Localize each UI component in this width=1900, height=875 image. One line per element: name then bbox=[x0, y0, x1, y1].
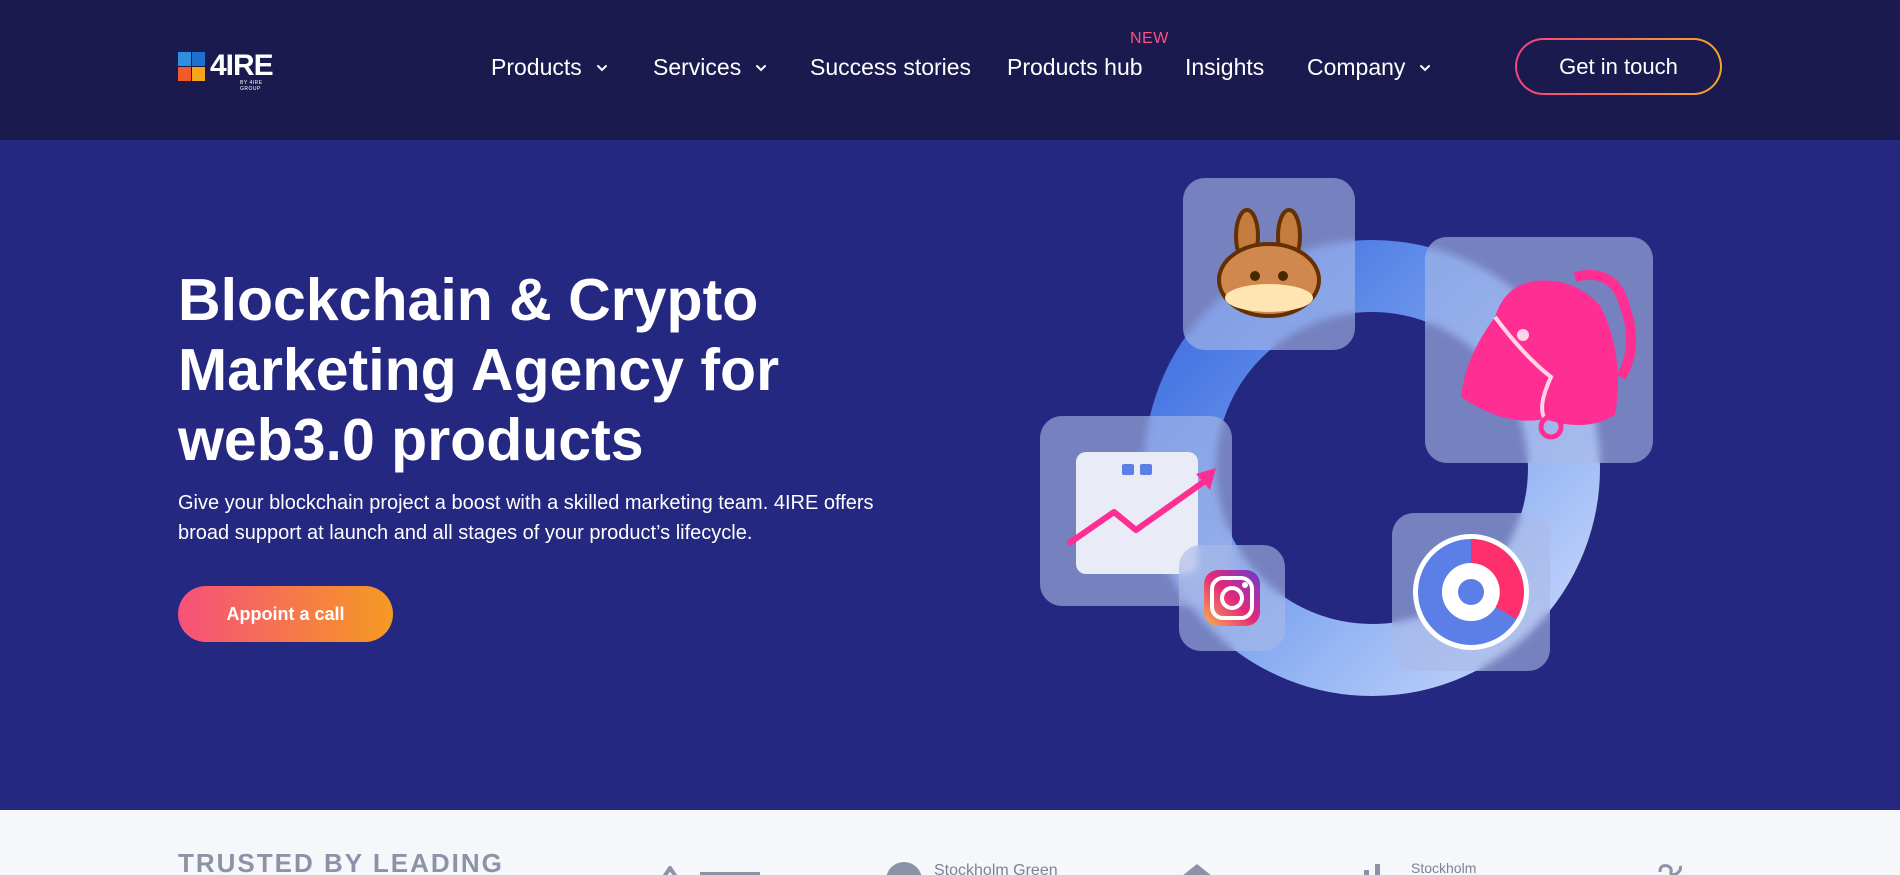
nav-item-label: Insights bbox=[1185, 54, 1265, 80]
donut-chart-tile bbox=[1392, 513, 1550, 671]
logo-subtext: BY 4IRE GROUP bbox=[240, 80, 263, 92]
nav-item-company[interactable]: Company bbox=[1307, 54, 1433, 81]
nav-item-label: Products bbox=[491, 54, 582, 80]
chevron-down-icon bbox=[756, 64, 767, 71]
nav-item-label: Success stories bbox=[810, 54, 972, 80]
partner-logo-4-icon bbox=[1364, 864, 1380, 875]
nav-item-products[interactable]: Products bbox=[491, 54, 610, 81]
chevron-down-icon bbox=[1420, 64, 1431, 71]
uniswap-unicorn-icon bbox=[1435, 217, 1637, 440]
trusted-by-section: TRUSTED BY LEADING Stockholm Green Stock… bbox=[0, 810, 1900, 875]
pancakeswap-tile bbox=[1183, 178, 1355, 350]
hero-illustration bbox=[1030, 170, 1670, 710]
partner-logo-5-icon bbox=[1658, 864, 1682, 875]
hero-title: Blockchain & Crypto Marketing Agency for… bbox=[178, 267, 780, 473]
partner-logo-2-icon bbox=[886, 862, 922, 875]
nav-item-label: Products hub bbox=[1007, 54, 1143, 80]
instagram-tile bbox=[1179, 545, 1285, 651]
partner-name-stockholm-green: Stockholm Green bbox=[934, 862, 1058, 875]
logo[interactable]: 4IRE BY 4IRE GROUP bbox=[178, 49, 282, 92]
logo-mark-icon bbox=[178, 52, 206, 82]
get-in-touch-button[interactable]: Get in touch bbox=[1515, 38, 1722, 95]
trusted-title: TRUSTED BY LEADING bbox=[178, 848, 504, 875]
logo-text: 4IRE bbox=[210, 49, 274, 82]
partner-logo-3-icon bbox=[1183, 864, 1211, 875]
nav-item-label: Services bbox=[653, 54, 742, 80]
pancakeswap-bunny-icon bbox=[1217, 208, 1321, 318]
uniswap-tile bbox=[1425, 217, 1653, 463]
instagram-icon bbox=[1204, 570, 1260, 626]
site-header: 4IRE BY 4IRE GROUP Products Services Suc… bbox=[0, 0, 1900, 140]
appoint-call-button[interactable]: Appoint a call bbox=[178, 586, 393, 642]
chevron-down-icon bbox=[596, 64, 607, 71]
hero-description: Give your blockchain project a boost wit… bbox=[178, 492, 874, 544]
nav-item-insights[interactable]: Insights bbox=[1185, 54, 1264, 81]
nav-item-services[interactable]: Services bbox=[653, 54, 769, 81]
partner-logo-1-icon bbox=[662, 866, 760, 875]
hero-section: Blockchain & Crypto Marketing Agency for… bbox=[0, 140, 1900, 810]
partner-name-stockholm: Stockholm bbox=[1411, 860, 1477, 875]
nav-item-success-stories[interactable]: Success stories bbox=[810, 54, 971, 81]
nav-item-products-hub[interactable]: Products hub bbox=[1007, 54, 1143, 81]
nav-item-label: Company bbox=[1307, 54, 1406, 80]
donut-chart-icon bbox=[1413, 534, 1529, 650]
new-badge: NEW bbox=[1130, 30, 1169, 47]
